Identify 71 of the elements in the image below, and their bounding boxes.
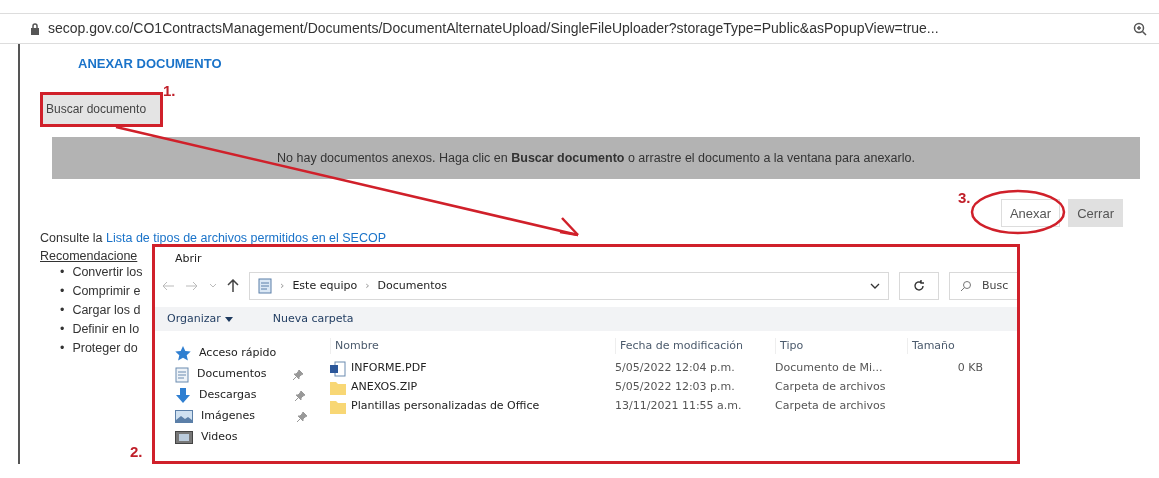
back-arrow-icon[interactable]	[161, 281, 175, 291]
pin-icon[interactable]	[293, 369, 303, 380]
attach-button[interactable]: Anexar	[1000, 199, 1061, 227]
download-arrow-icon	[175, 387, 191, 404]
page-title: ANEXAR DOCUMENTO	[77, 55, 223, 73]
search-icon	[960, 280, 972, 292]
word-document-icon	[330, 360, 346, 377]
recommendations-heading: Recomendacione	[40, 249, 138, 263]
folder-icon	[330, 399, 346, 414]
star-icon	[175, 346, 191, 361]
modified-date: 13/11/2021 11:55 a.m.	[615, 398, 743, 415]
list-item: Definir en lo	[72, 321, 140, 338]
nav-item[interactable]: Acceso rápido	[199, 345, 277, 362]
list-item: Convertir los	[72, 264, 143, 281]
nav-item[interactable]: Descargas	[199, 387, 287, 404]
chevron-down-icon[interactable]	[870, 283, 880, 289]
refresh-button[interactable]	[899, 272, 939, 300]
nav-item[interactable]: Imágenes	[201, 408, 289, 425]
picture-icon	[175, 410, 193, 423]
refresh-icon	[913, 280, 925, 292]
forward-arrow-icon[interactable]	[185, 281, 199, 291]
step-number: 1.	[163, 81, 176, 101]
browse-button[interactable]: Buscar documento	[43, 95, 161, 124]
modified-date: 5/05/2022 12:03 p.m.	[615, 379, 736, 396]
breadcrumb-separator: ›	[365, 277, 370, 294]
breadcrumb-separator: ›	[280, 277, 285, 294]
file-name[interactable]: Plantillas personalizadas de Office	[351, 398, 540, 415]
lock-icon	[30, 22, 40, 35]
file-type: Carpeta de archivos	[775, 398, 887, 415]
column-header[interactable]: Fecha de modificación	[615, 337, 775, 355]
new-folder-button[interactable]: Nueva carpeta	[272, 310, 354, 328]
file-types-link[interactable]: Lista de tipos de archivos permitidos en el SECOP	[106, 231, 387, 245]
close-button[interactable]: Cerrar	[1068, 199, 1123, 227]
nav-item[interactable]: Documentos	[197, 366, 285, 383]
up-arrow-icon[interactable]	[227, 279, 239, 293]
modified-date: 5/05/2022 12:04 p.m.	[615, 360, 736, 377]
search-field[interactable]: Busc	[949, 272, 1017, 300]
list-item: Comprimir e	[72, 283, 141, 300]
column-header[interactable]: Tipo	[775, 337, 907, 355]
empty-message: No hay documentos anexos. Haga clic en Buscar documento o arrastre el documento a la ventana para anexarlo.	[277, 149, 915, 167]
bullet: •	[60, 302, 65, 319]
organize-menu[interactable]: Organizar	[167, 310, 233, 328]
breadcrumb-item[interactable]: Documentos	[377, 277, 447, 295]
caret-icon	[224, 316, 233, 322]
url-text[interactable]: secop.gov.co/CO1ContractsManagement/Documents/DocumentAlternateUpload/SingleFileUploader?storageType=Public&asPopupView=true...	[48, 18, 1125, 39]
film-icon	[175, 431, 193, 444]
file-name[interactable]: INFORME.PDF	[351, 360, 427, 377]
step-number: 3.	[958, 188, 971, 208]
column-header[interactable]: Tamaño	[907, 337, 997, 355]
breadcrumb-item[interactable]: Este equipo	[292, 277, 358, 295]
column-header[interactable]: Nombre	[330, 337, 615, 355]
bullet: •	[60, 283, 65, 300]
file-type: Documento de Mi...	[775, 360, 884, 377]
list-item: Cargar los d	[72, 302, 141, 319]
nav-item[interactable]: Videos	[201, 429, 289, 446]
file-name[interactable]: ANEXOS.ZIP	[351, 379, 418, 396]
dialog-title: Abrir	[174, 251, 203, 267]
document-icon	[175, 366, 189, 383]
file-type: Carpeta de archivos	[775, 379, 887, 396]
info-text: Consulte la	[40, 231, 103, 245]
zoom-icon[interactable]	[1133, 21, 1147, 36]
address-field[interactable]: › Este equipo › Documentos	[249, 272, 889, 300]
folder-icon	[330, 380, 346, 395]
pin-icon[interactable]	[295, 390, 305, 401]
bullet: •	[60, 264, 65, 281]
list-item: Proteger do	[72, 340, 138, 357]
file-size: 0 KB	[956, 360, 984, 377]
bullet: •	[60, 321, 65, 338]
bullet: •	[60, 340, 65, 357]
step-number: 2.	[130, 442, 143, 462]
pin-icon[interactable]	[297, 411, 307, 422]
